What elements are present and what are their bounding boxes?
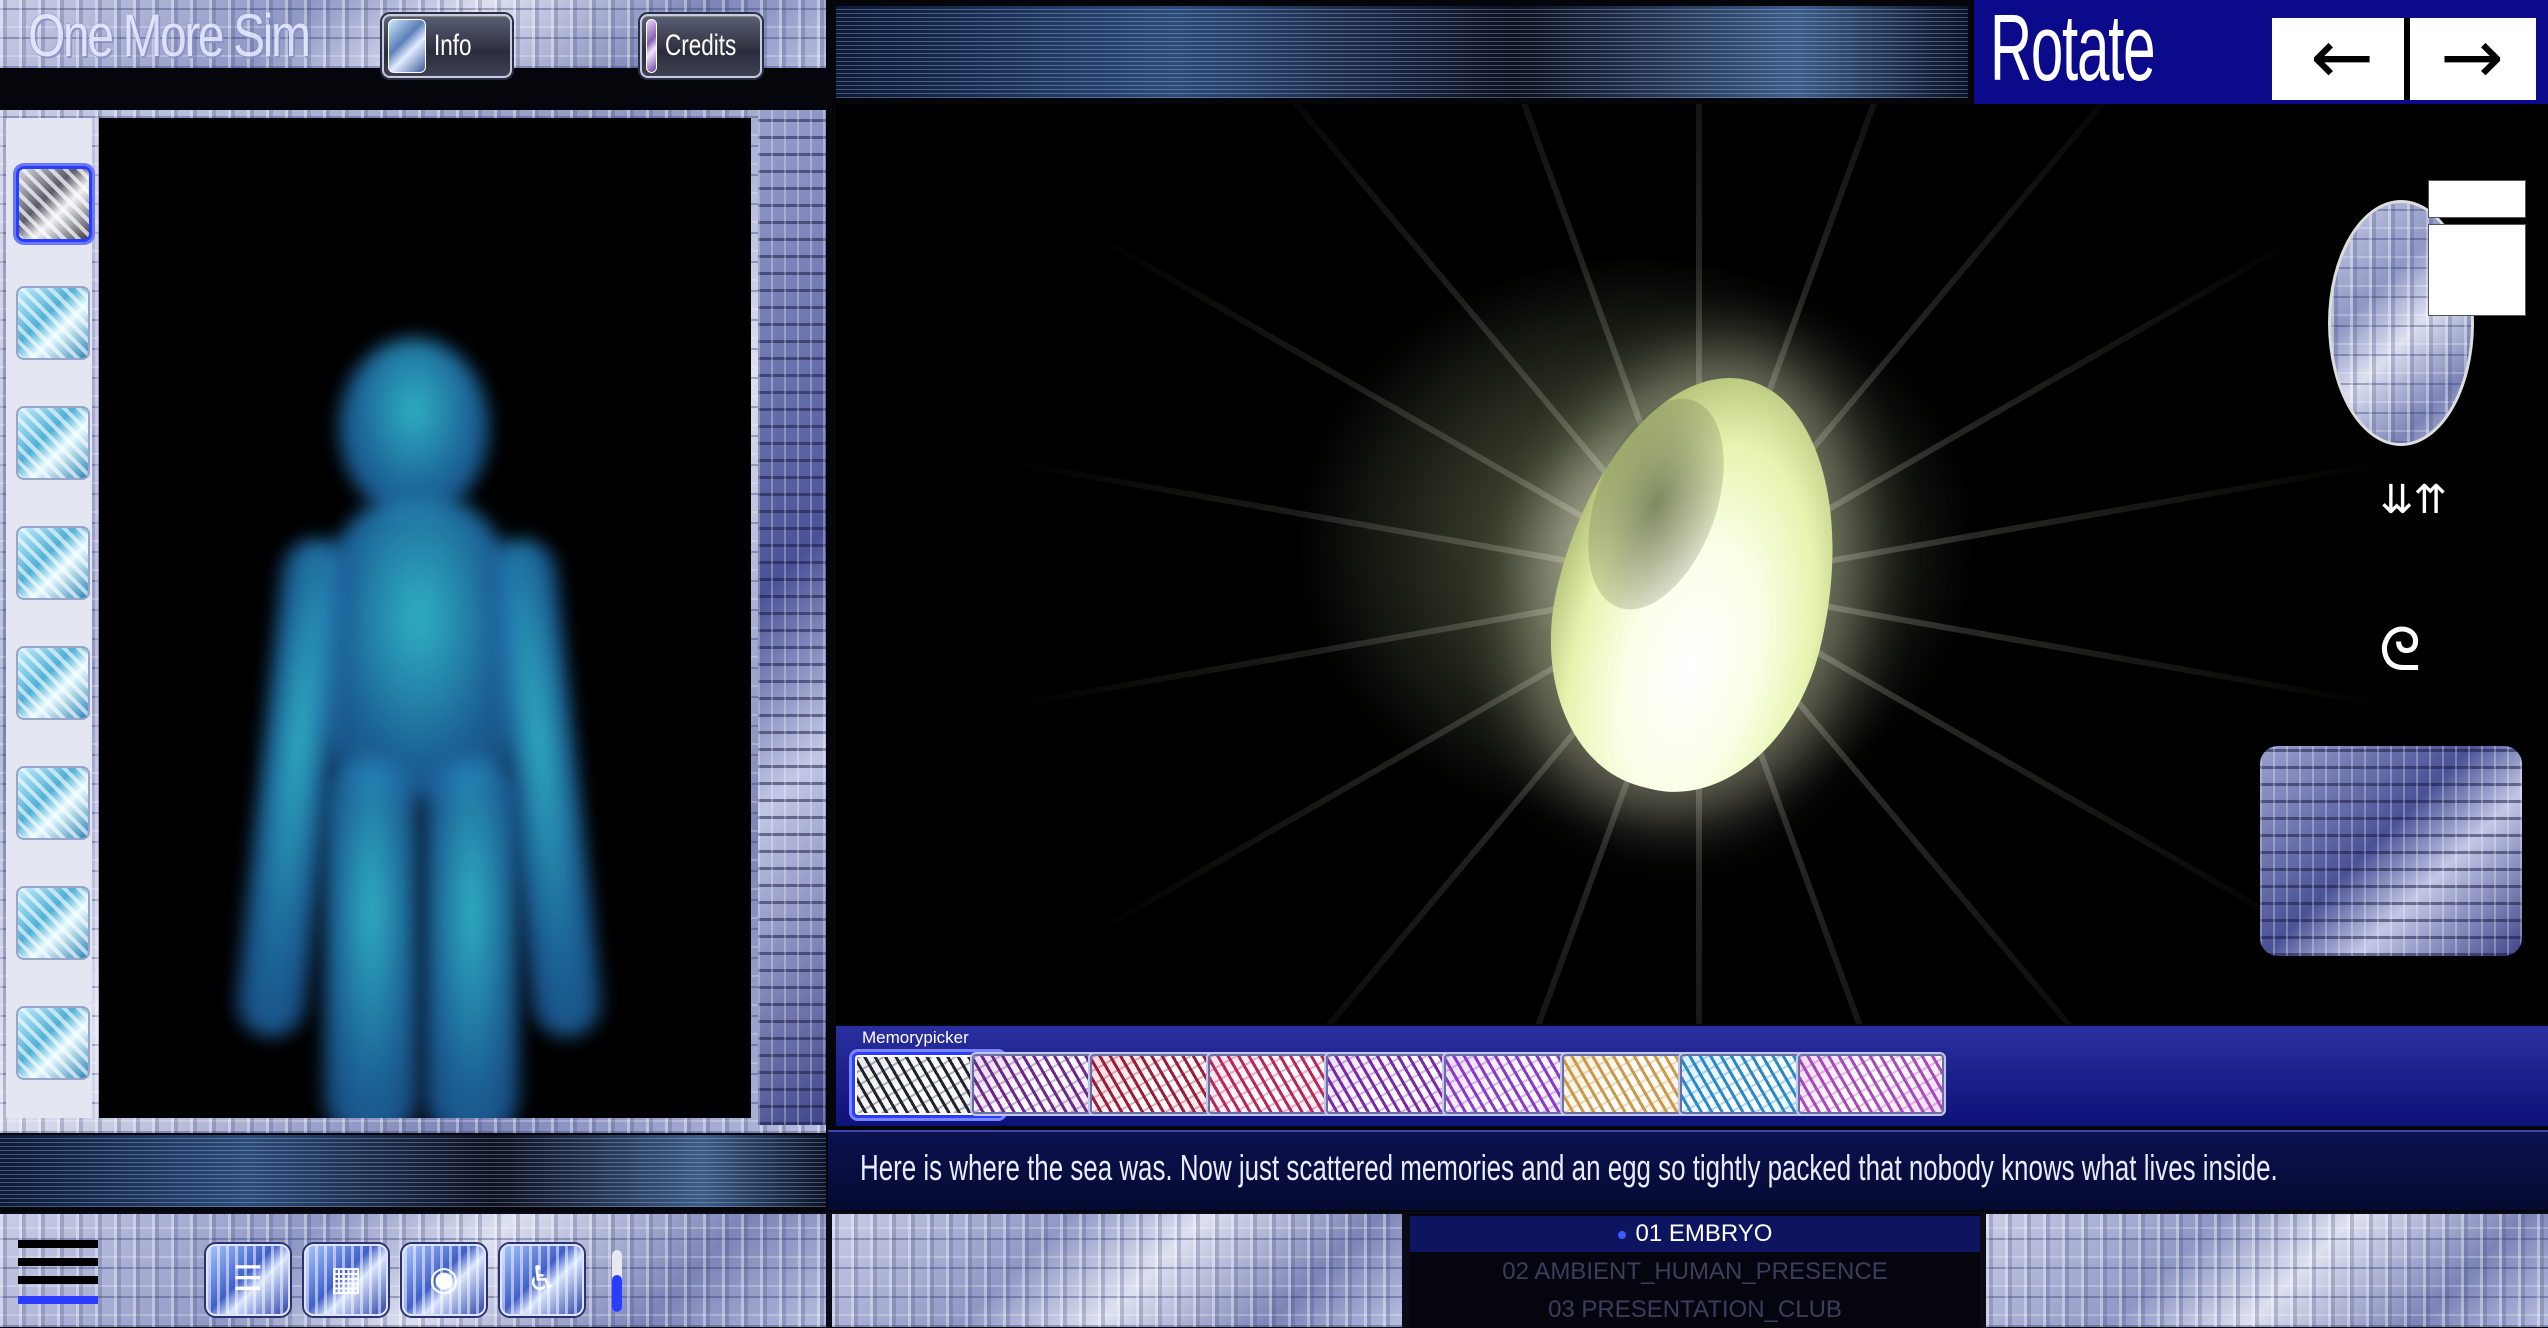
figure-right-leg: [424, 758, 519, 1118]
creature-card[interactable]: [2260, 746, 2522, 956]
menu-line: [18, 1276, 98, 1284]
menu-line: [18, 1240, 98, 1248]
track-item[interactable]: 01 EMBRYO: [1410, 1216, 1980, 1252]
body-part-selector: [6, 118, 92, 1118]
info-button[interactable]: Info: [382, 14, 512, 78]
body-option-7[interactable]: [16, 886, 90, 960]
glitch-strip: [0, 1135, 826, 1207]
body-option-4[interactable]: [16, 526, 90, 600]
sliders-icon[interactable]: ☰: [206, 1244, 290, 1316]
app-title: One More Sim: [28, 2, 311, 69]
info-icon: [388, 19, 426, 73]
transfer-icon[interactable]: ⇊⇈: [2380, 480, 2447, 560]
scene-strip: [836, 6, 1968, 98]
caption-text: Here is where the sea was. Now just scat…: [860, 1147, 2278, 1188]
menu-line-active: [18, 1296, 98, 1304]
body-option-1[interactable]: [16, 166, 92, 242]
memory-thumb-9[interactable]: [1796, 1052, 1946, 1116]
credits-button-label: Credits: [664, 29, 737, 62]
menu-button[interactable]: [18, 1240, 98, 1310]
credits-button[interactable]: Credits: [640, 14, 762, 78]
mini-windows: [2428, 180, 2528, 320]
figure-left-leg: [324, 758, 419, 1118]
camera-arrows: ← →: [2272, 18, 2536, 100]
memorypicker-label: Memorypicker: [862, 1028, 969, 1047]
rotate-left-button[interactable]: ←: [2280, 18, 2404, 100]
eye-icon[interactable]: ◉: [402, 1244, 486, 1316]
body-option-6[interactable]: [16, 766, 90, 840]
rotate-right-button[interactable]: →: [2404, 18, 2534, 100]
mini-window-2: [2428, 224, 2526, 316]
menu-line: [18, 1258, 98, 1266]
wave-icon[interactable]: ᘓ: [2378, 620, 2422, 740]
side-scroll-strip[interactable]: [758, 110, 826, 1125]
mini-window-1: [2428, 180, 2526, 218]
character-preview[interactable]: [99, 118, 751, 1118]
body-option-5[interactable]: [16, 646, 90, 720]
figure-torso: [319, 498, 519, 798]
credits-icon: [646, 19, 657, 73]
track-item[interactable]: 03 PRESENTATION_CLUB: [1410, 1292, 1980, 1328]
track-item[interactable]: 02 AMBIENT_HUMAN_PRESENCE: [1410, 1254, 1980, 1290]
body-option-8[interactable]: [16, 1006, 90, 1080]
body-option-2[interactable]: [16, 286, 90, 360]
info-button-label: Info: [434, 29, 472, 62]
track-list: 01 EMBRYO 02 AMBIENT_HUMAN_PRESENCE 03 P…: [1410, 1214, 1980, 1327]
volume-slider[interactable]: [612, 1250, 622, 1312]
walker-icon[interactable]: ♿: [500, 1244, 584, 1316]
grid-icon[interactable]: ▦: [304, 1244, 388, 1316]
bottom-texture-strip: [832, 1214, 1402, 1327]
body-option-3[interactable]: [16, 406, 90, 480]
figure-head: [339, 338, 489, 518]
bottom-texture-strip-right: [1986, 1214, 2548, 1327]
volume-fill: [612, 1274, 622, 1312]
